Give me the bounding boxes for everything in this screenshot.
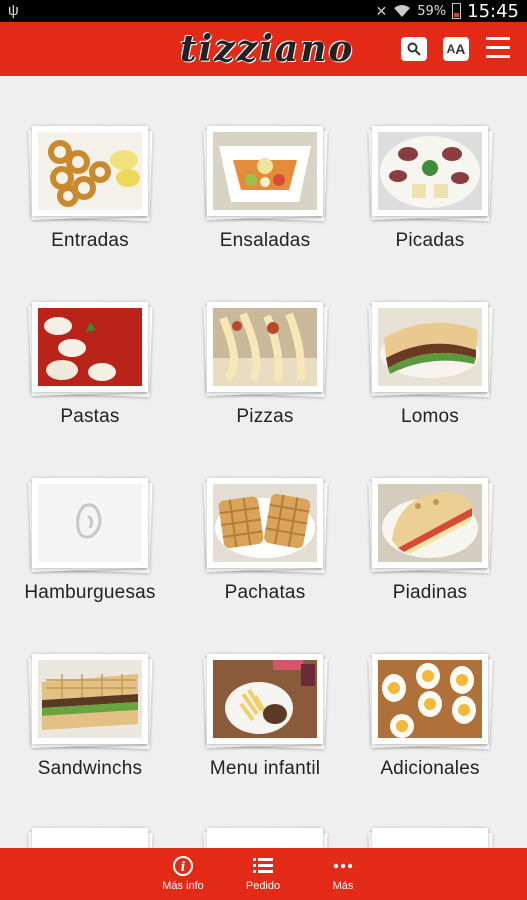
nav-label: Más: [332, 880, 354, 892]
category-photo-frame: [372, 478, 488, 568]
placeholder-logo-photo: [38, 484, 142, 562]
usb-icon: ψ: [8, 2, 19, 19]
brand-logo: tizziano: [180, 28, 355, 70]
category-label: Sandwinchs: [37, 758, 143, 779]
category-label: Entradas: [51, 230, 129, 251]
search-button[interactable]: [401, 37, 427, 61]
steak-sandwich-photo: [378, 308, 482, 386]
category-photo-frame: [372, 654, 488, 744]
pizza-cheese-pull-photo: [213, 308, 317, 386]
category-photo-frame: [372, 126, 488, 216]
nav-mas-info[interactable]: i Más info: [148, 854, 218, 892]
category-photo-frame-partial: [32, 828, 148, 848]
font-size-small-label: A: [446, 42, 456, 56]
category-photo-frame: [207, 654, 323, 744]
category-label: Menu infantil: [209, 758, 321, 779]
category-label: Picadas: [395, 230, 465, 251]
nav-label: Pedido: [245, 880, 281, 892]
clock: 15:45: [467, 0, 519, 22]
kids-meal-photo: [213, 660, 317, 738]
battery-icon: [452, 3, 462, 19]
category-photo-frame: [32, 478, 148, 568]
waffle-sandwich-photo: [213, 484, 317, 562]
info-icon: i: [173, 856, 193, 876]
more-dots-icon: [333, 863, 353, 869]
category-label: Lomos: [400, 406, 460, 427]
pasta-tomato-sauce-photo: [38, 308, 142, 386]
font-size-button[interactable]: AA: [443, 37, 469, 61]
category-photo-frame-partial: [207, 828, 323, 848]
category-label: Pastas: [60, 406, 120, 427]
category-photo-frame: [32, 654, 148, 744]
category-photo-frame: [32, 126, 148, 216]
category-label: Pachatas: [224, 582, 306, 603]
battery-percent: 59%: [417, 3, 447, 19]
category-label: Ensaladas: [219, 230, 311, 251]
salad-photo: [213, 132, 317, 210]
category-label: Piadinas: [392, 582, 468, 603]
status-bar: ψ ✕ 59% 15:45: [0, 0, 527, 22]
category-photo-frame: [207, 126, 323, 216]
mute-icon: ✕: [375, 2, 388, 19]
category-label: Adicionales: [380, 758, 480, 779]
app-bar: tizziano AA: [0, 22, 527, 76]
wifi-icon: [394, 5, 411, 17]
nav-mas[interactable]: Más: [308, 854, 378, 892]
svg-text:i: i: [181, 860, 186, 875]
category-photo-frame-partial: [372, 828, 488, 848]
category-photo-frame: [207, 478, 323, 568]
nav-label: Más info: [162, 880, 204, 892]
cold-cuts-platter-photo: [378, 132, 482, 210]
fried-calamari-photo: [38, 132, 142, 210]
piadina-wrap-photo: [378, 484, 482, 562]
category-label: Pizzas: [236, 406, 294, 427]
category-photo-frame: [207, 302, 323, 392]
font-size-large-label: A: [455, 41, 466, 57]
hamburger-menu-button[interactable]: [486, 37, 510, 59]
category-photo-frame: [32, 302, 148, 392]
list-icon: [253, 858, 273, 873]
bottom-nav: i Más info Pedido Más: [0, 848, 527, 900]
boiled-eggs-photo: [378, 660, 482, 738]
category-photo-frame: [372, 302, 488, 392]
nav-pedido[interactable]: Pedido: [228, 854, 298, 892]
search-icon: [407, 42, 421, 56]
sandwich-photo: [38, 660, 142, 738]
category-grid: Entradas Ensaladas Picadas Pastas Pizzas Lomo…: [0, 76, 527, 848]
category-label: Hamburguesas: [24, 582, 156, 603]
